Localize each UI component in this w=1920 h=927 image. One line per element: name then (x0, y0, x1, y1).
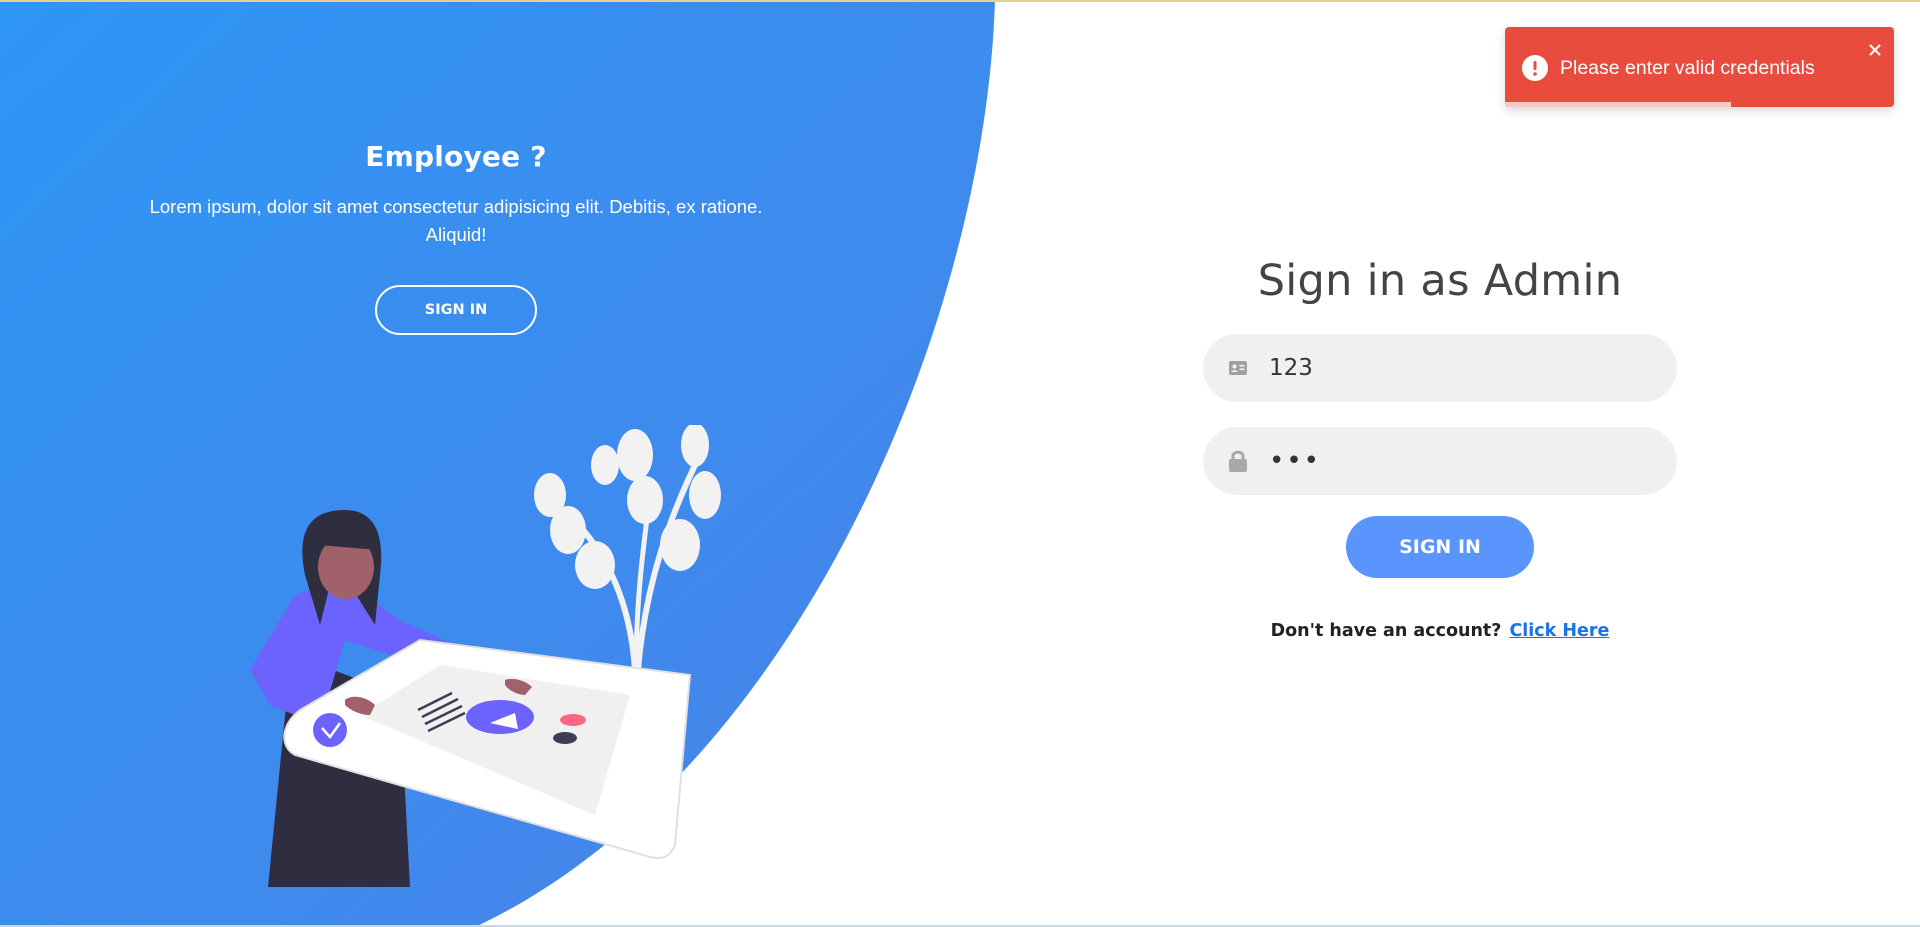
toast-message: Please enter valid credentials (1560, 57, 1815, 79)
top-border (0, 0, 1920, 2)
error-icon (1522, 55, 1548, 81)
toast-progress-bar (1505, 102, 1731, 107)
panel-title: Employee ? (365, 140, 547, 173)
employee-illustration (250, 425, 721, 887)
lock-icon (1203, 427, 1269, 495)
id-input-field (1203, 334, 1677, 402)
signup-link[interactable]: Click Here (1509, 621, 1609, 641)
password-input-field (1203, 427, 1677, 495)
plant-illustration (534, 425, 721, 671)
error-toast: Please enter valid credentials (1505, 27, 1894, 107)
left-panel-content: Employee ? Lorem ipsum, dolor sit amet c… (120, 140, 792, 335)
form-title: Sign in as Admin (1257, 256, 1623, 306)
login-page: Employee ? Lorem ipsum, dolor sit amet c… (0, 0, 1920, 927)
panel-description: Lorem ipsum, dolor sit amet consectetur … (149, 196, 763, 245)
signup-prompt-text: Don't have an account? (1270, 621, 1502, 641)
employee-sign-in-button[interactable]: SIGN IN (375, 285, 537, 335)
id-input[interactable] (1269, 338, 1649, 398)
close-icon[interactable] (1866, 41, 1884, 59)
id-card-icon (1203, 334, 1269, 402)
signup-prompt: Don't have an account? Click Here (1203, 621, 1677, 641)
sign-in-form: Sign in as Admin S (1203, 250, 1677, 641)
admin-sign-in-button[interactable]: SIGN IN (1346, 516, 1534, 578)
password-input[interactable] (1269, 431, 1649, 491)
